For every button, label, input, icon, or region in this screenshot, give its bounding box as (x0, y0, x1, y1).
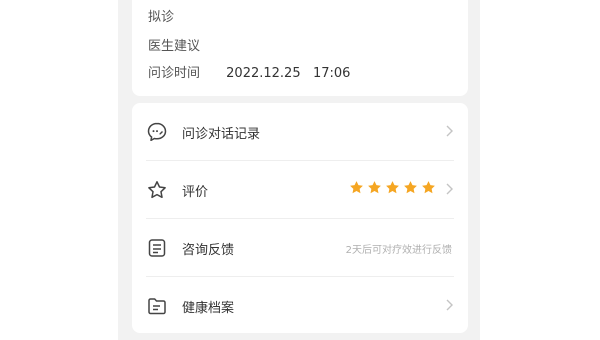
advice-row: 医生建议 (148, 35, 200, 54)
diagnosis-row: 拟诊 (148, 6, 174, 25)
menu-label-feedback: 咨询反馈 (182, 243, 235, 258)
rating-stars (349, 180, 436, 195)
menu-item-consult-record[interactable]: 问诊对话记录 (132, 103, 468, 160)
menu-item-feedback[interactable]: 咨询反馈 2天后可对疗效进行反馈 (132, 219, 468, 276)
consult-time-value: 2022.12.25 17:06 (226, 66, 351, 81)
rating-star-icon (350, 181, 363, 194)
menu-label-review: 评价 (182, 185, 209, 200)
star-outline-icon (148, 181, 166, 199)
menu-item-health-record[interactable]: 健康档案 (132, 277, 468, 334)
consult-time-row: 问诊时间 2022.12.25 17:06 (148, 62, 350, 81)
diagnosis-label: 拟诊 (148, 10, 175, 25)
feedback-hint: 2天后可对疗效进行反馈 (345, 245, 452, 256)
chevron-right-icon (446, 299, 453, 311)
feedback-form-icon (148, 239, 166, 257)
chevron-right-icon (446, 183, 453, 195)
action-menu-card: 问诊对话记录 评价 咨询反馈 2天后可对疗效进行反馈 健康档案 (132, 103, 468, 333)
menu-label-health-record: 健康档案 (182, 301, 235, 316)
chat-bubble-icon (147, 122, 167, 142)
consult-info-card: 拟诊 医生建议 问诊时间 2022.12.25 17:06 (132, 0, 468, 96)
rating-star-icon (368, 181, 381, 194)
rating-star-icon (386, 181, 399, 194)
rating-star-icon (422, 181, 435, 194)
consult-time-label: 问诊时间 (148, 66, 201, 81)
folder-icon (148, 298, 166, 315)
rating-star-icon (404, 181, 417, 194)
menu-label-consult-record: 问诊对话记录 (182, 127, 261, 142)
advice-label: 医生建议 (148, 39, 201, 54)
chevron-right-icon (446, 125, 453, 137)
menu-item-review[interactable]: 评价 (132, 161, 468, 218)
